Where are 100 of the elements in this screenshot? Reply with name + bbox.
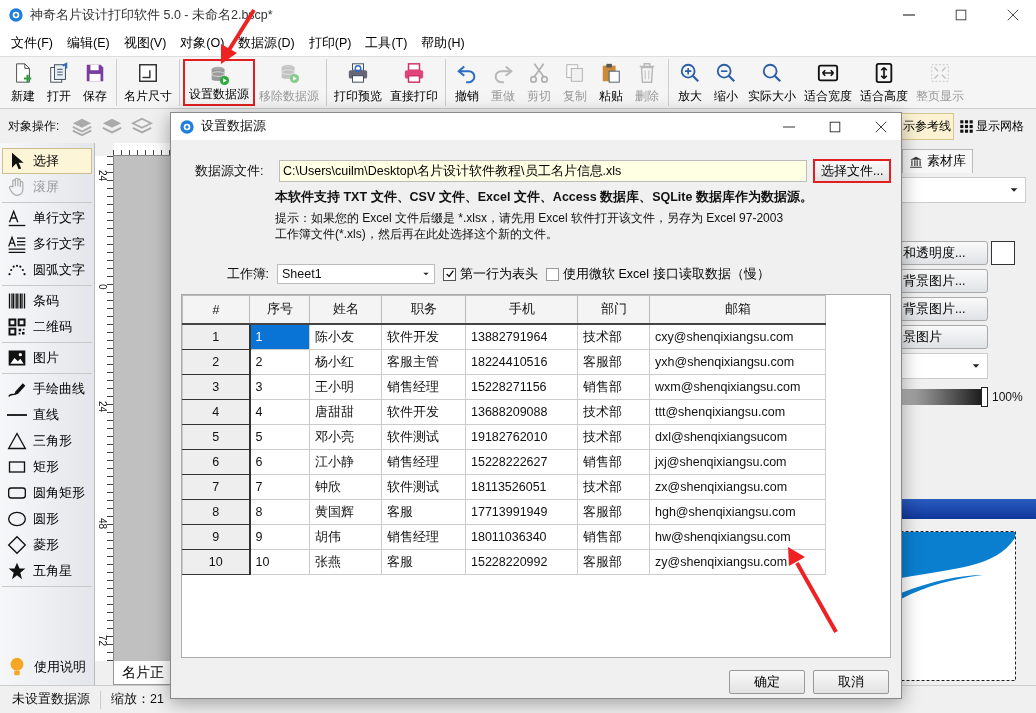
toolbar-button[interactable]: 打开: [41, 59, 77, 106]
option-checkbox[interactable]: 第一行为表头: [443, 265, 538, 283]
checkbox[interactable]: [443, 267, 456, 281]
opacity-slider[interactable]: [900, 389, 988, 405]
tool-item[interactable]: 圆角矩形: [2, 480, 92, 506]
dialog-button[interactable]: 确定: [729, 670, 805, 694]
slider-thumb[interactable]: [981, 387, 988, 407]
magnifier-icon: [761, 62, 783, 84]
file-path-field[interactable]: C:\Users\cuilm\Desktop\名片设计软件教程\员工名片信息.xls: [279, 160, 807, 182]
dialog-button[interactable]: 取消: [813, 670, 889, 694]
menu-item[interactable]: 打印(P): [301, 31, 359, 55]
printer-icon: [403, 62, 425, 84]
material-tab[interactable]: 素材库: [902, 149, 973, 173]
close-icon: [874, 119, 888, 134]
table-cell: dxl@shenqixiangsucom: [649, 424, 826, 450]
column-header[interactable]: #: [182, 295, 250, 324]
table-cell: 客服: [381, 549, 466, 575]
tool-item[interactable]: 条码: [2, 288, 92, 314]
column-header[interactable]: 姓名: [309, 295, 382, 324]
toolbar-button[interactable]: 实际大小: [744, 59, 800, 106]
table-cell: 17713991949: [465, 499, 578, 525]
column-header[interactable]: 序号: [249, 295, 310, 324]
row-header: 1: [182, 324, 250, 350]
tool-item[interactable]: 圆弧文字: [2, 257, 92, 283]
tool-item[interactable]: 选择: [2, 148, 92, 174]
tool-item[interactable]: 手绘曲线: [2, 376, 92, 402]
toolbar-button[interactable]: 设置数据源: [183, 59, 255, 106]
guides-toggle[interactable]: 示参考线: [900, 112, 954, 140]
table-cell: 客服部: [577, 499, 650, 525]
dropdown[interactable]: [900, 353, 988, 379]
page-tab[interactable]: 名片正: [113, 661, 173, 685]
object-ops-label: 对象操作:: [8, 117, 60, 135]
table-cell: 6: [249, 449, 310, 475]
toolbar-button[interactable]: 放大: [672, 59, 708, 106]
menu-item[interactable]: 工具(T): [358, 31, 415, 55]
table-cell: 2: [249, 349, 310, 375]
dropdown[interactable]: [900, 177, 1026, 203]
option-checkbox[interactable]: 使用微软 Excel 接口读取数据（慢）: [546, 265, 770, 283]
grid-toggle[interactable]: 显示网格: [956, 112, 1027, 140]
tool-item[interactable]: 二维码: [2, 314, 92, 340]
table-cell: cxy@shenqixiangsu.com: [649, 324, 826, 350]
toolbar-button[interactable]: 直接打印: [386, 59, 442, 106]
toolbar-button[interactable]: 保存: [77, 59, 113, 106]
row-header: 9: [182, 524, 250, 550]
toolbar-button[interactable]: 适合高度: [856, 59, 912, 106]
toolbar-button[interactable]: 打印预览: [330, 59, 386, 106]
sheet-dropdown[interactable]: Sheet1: [277, 264, 435, 284]
table-cell: hw@shenqixiangsu.com: [649, 524, 826, 550]
menu-item[interactable]: 视图(V): [116, 31, 174, 55]
copy-icon: [564, 62, 586, 84]
zoom-out-icon: [715, 62, 737, 84]
tool-item[interactable]: 图片: [2, 345, 92, 371]
column-header[interactable]: 邮箱: [649, 295, 826, 324]
table-cell: 软件开发: [381, 324, 466, 350]
file-label: 数据源文件:: [195, 162, 265, 180]
table-cell: 软件测试: [381, 474, 466, 500]
table-cell: 19182762010: [465, 424, 578, 450]
minimize-icon: [903, 14, 915, 16]
hint-text: 工作簿文件(*.xls)，然后再在此处选择这个新的文件。: [275, 226, 559, 242]
column-header[interactable]: 手机: [465, 295, 578, 324]
row-header: 7: [182, 474, 250, 500]
panel-button[interactable]: 背景图片...: [900, 269, 988, 293]
tool-item[interactable]: 多行文字: [2, 231, 92, 257]
panel-button[interactable]: 景图片: [900, 325, 988, 349]
row-header: 5: [182, 424, 250, 450]
toolbar-button[interactable]: 新建: [5, 59, 41, 106]
grid-icon: [959, 118, 974, 134]
table-cell: 唐甜甜: [309, 399, 382, 425]
check-icon: [444, 269, 455, 279]
menu-item[interactable]: 编辑(E): [59, 31, 117, 55]
panel-button[interactable]: 背景图片...: [900, 297, 988, 321]
checkbox[interactable]: [546, 267, 559, 281]
toolbar-button[interactable]: 适合宽度: [800, 59, 856, 106]
tool-item[interactable]: 矩形: [2, 454, 92, 480]
choose-file-button[interactable]: 选择文件...: [813, 159, 891, 183]
row-header: 2: [182, 349, 250, 375]
ellipse-icon: [7, 509, 27, 529]
toolbar-button[interactable]: 缩小: [708, 59, 744, 106]
help-button[interactable]: 使用说明: [2, 652, 92, 682]
table-cell: 软件测试: [381, 424, 466, 450]
menu-item[interactable]: 文件(F): [4, 31, 60, 55]
toolbar-button[interactable]: 名片尺寸: [120, 59, 176, 106]
color-swatch[interactable]: [991, 241, 1015, 265]
tool-item[interactable]: 菱形: [2, 532, 92, 558]
tool-item[interactable]: 单行文字: [2, 205, 92, 231]
toolbar-button[interactable]: 撤销: [449, 59, 485, 106]
menu-item[interactable]: 数据源(D): [231, 31, 302, 55]
diamond-icon: [7, 535, 27, 555]
column-header[interactable]: 部门: [577, 295, 650, 324]
tool-item[interactable]: 圆形: [2, 506, 92, 532]
datasource-status: 未设置数据源: [12, 691, 90, 708]
toolbar-button[interactable]: 粘贴: [593, 59, 629, 106]
panel-button[interactable]: 和透明度...: [900, 241, 988, 265]
barcode-icon: [7, 291, 27, 311]
table-cell: wxm@shenqixiangsu.com: [649, 374, 826, 400]
tool-item[interactable]: 三角形: [2, 428, 92, 454]
tool-item[interactable]: 直线: [2, 402, 92, 428]
menu-item[interactable]: 帮助(H): [414, 31, 472, 55]
column-header[interactable]: 职务: [381, 295, 466, 324]
tool-item[interactable]: 五角星: [2, 558, 92, 584]
